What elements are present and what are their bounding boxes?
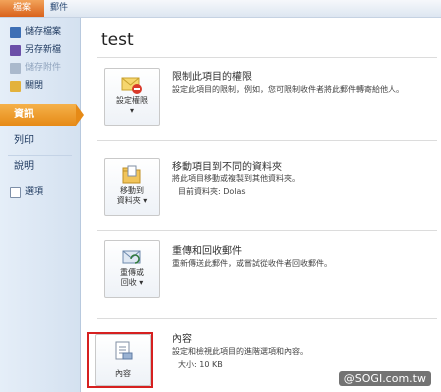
watermark: @SOGI.com.tw — [338, 371, 431, 386]
properties-desc: 設定和檢視此項目的進階選項和內容。 — [172, 347, 308, 356]
section-divider — [97, 230, 437, 231]
options-command[interactable]: 選項 — [10, 184, 43, 200]
tab-file[interactable]: 檔案 — [0, 0, 44, 17]
move-folder-icon — [122, 165, 141, 184]
nav-help[interactable]: 說明 — [0, 156, 80, 178]
move-title: 移動項目到不同的資料夾 — [172, 162, 282, 173]
save-as-label: 另存新檔 — [25, 45, 62, 55]
save-attachment-label: 儲存附件 — [25, 63, 62, 73]
save-attachment-command[interactable]: 儲存附件 — [10, 60, 61, 76]
move-to-folder-label: 移動到 資料夾 ▾ — [116, 186, 148, 205]
resend-recall-button[interactable]: 重傳或 回收 ▾ — [104, 240, 160, 298]
close-label: 關閉 — [25, 81, 44, 91]
resend-desc: 重新傳送此郵件，或嘗試從收件者回收郵件。 — [172, 259, 332, 268]
move-desc: 將此項目移動或複製到其他資料夾。 — [172, 174, 300, 183]
nav-print[interactable]: 列印 — [0, 130, 80, 152]
move-to-folder-button[interactable]: 移動到 資料夾 ▾ — [104, 158, 160, 216]
save-icon — [10, 26, 21, 38]
close-command[interactable]: 關閉 — [10, 78, 43, 94]
resend-title: 重傳和回收郵件 — [172, 246, 242, 257]
red-highlight-box — [87, 332, 153, 388]
save-attachment-icon — [10, 62, 21, 74]
options-label: 選項 — [25, 187, 44, 197]
permission-desc: 設定此項目的限制，例如，您可限制收件者將此郵件轉寄給他人。 — [172, 85, 404, 94]
properties-title: 內容 — [172, 334, 192, 345]
options-icon — [10, 186, 21, 198]
resend-mail-icon — [122, 250, 141, 264]
nav-info[interactable]: 資訊 — [0, 104, 84, 126]
set-permission-label: 設定權限 ▾ — [116, 96, 148, 115]
section-divider — [97, 318, 437, 319]
save-command[interactable]: 儲存檔案 — [10, 24, 61, 40]
set-permission-button[interactable]: 設定權限 ▾ — [104, 68, 160, 126]
page-title: test — [101, 30, 134, 50]
backstage-sidebar: 儲存檔案 另存新檔 儲存附件 關閉 資訊 列印 說明 選項 — [0, 18, 84, 392]
close-folder-icon — [10, 80, 21, 92]
section-divider — [97, 140, 437, 141]
save-label: 儲存檔案 — [25, 27, 62, 37]
permission-title: 限制此項目的權限 — [172, 72, 252, 83]
save-as-icon — [10, 44, 21, 56]
current-folder-info: 目前資料夾: Dolas — [178, 187, 246, 196]
size-info: 大小: 10 KB — [178, 360, 223, 369]
ribbon-tab-strip: 檔案 郵件 — [0, 0, 441, 18]
save-as-command[interactable]: 另存新檔 — [10, 42, 61, 58]
envelope-restrict-icon — [121, 77, 142, 94]
resend-recall-label: 重傳或 回收 ▾ — [120, 268, 144, 287]
tab-mail[interactable]: 郵件 — [50, 0, 68, 17]
section-divider — [97, 57, 437, 58]
